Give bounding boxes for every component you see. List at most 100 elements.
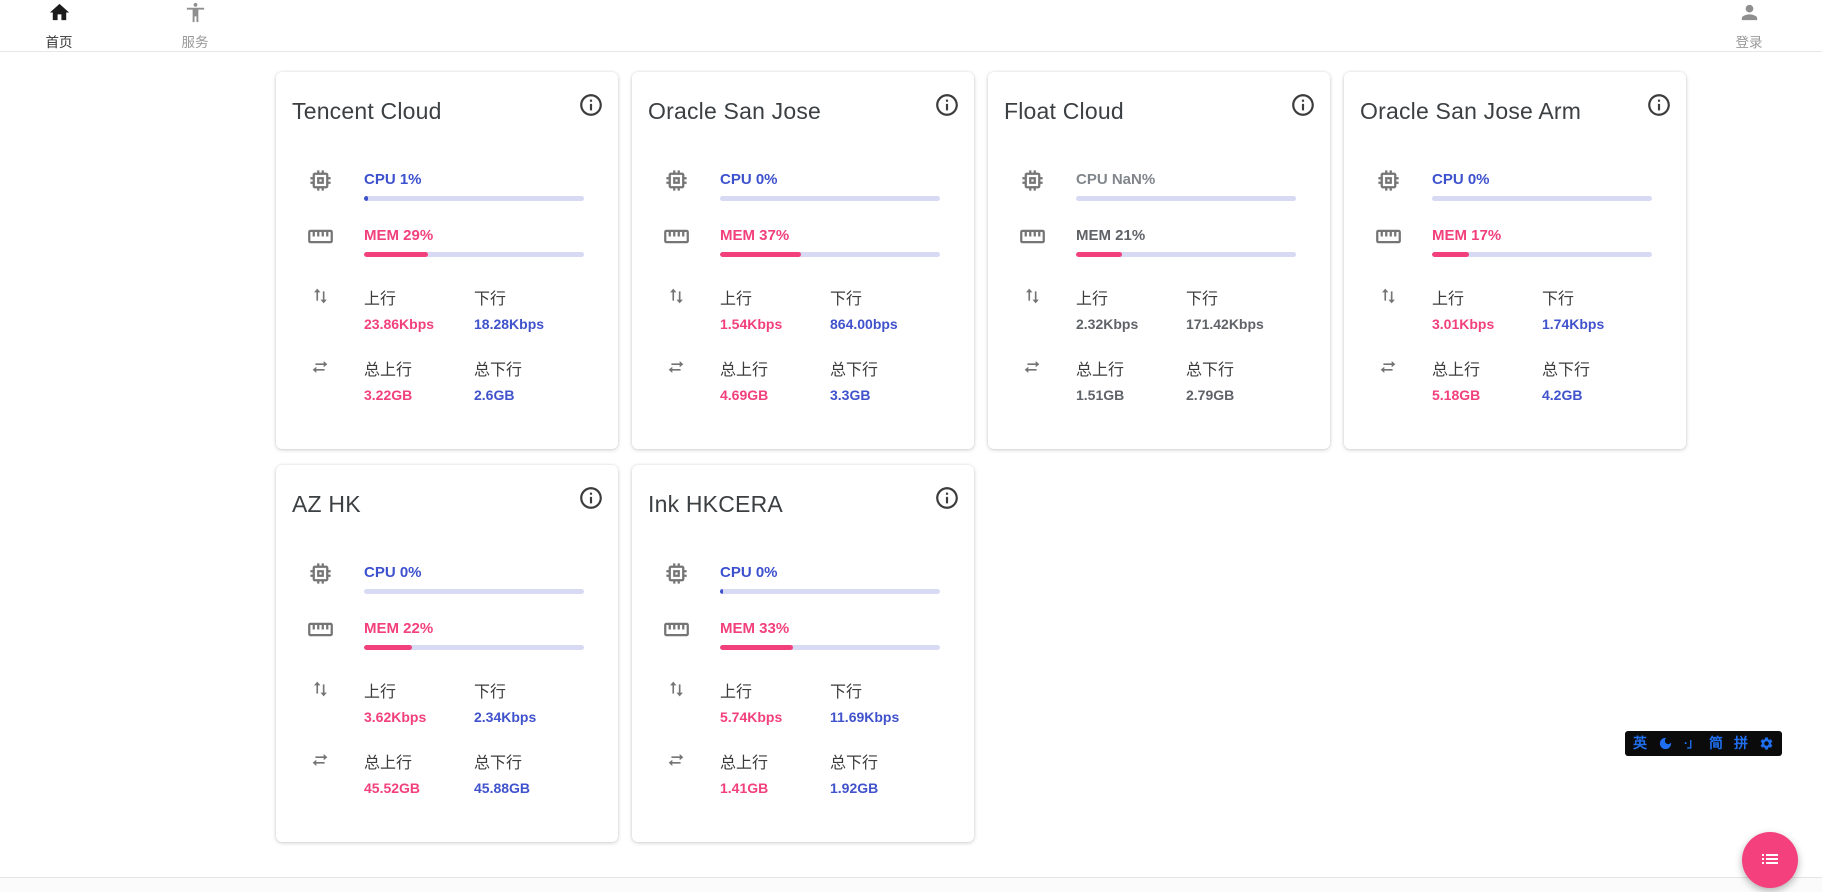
total-upload-label: 总上行 xyxy=(720,749,830,773)
download-value: 11.69Kbps xyxy=(830,709,940,725)
mem-usage-label: MEM 33% xyxy=(720,620,940,637)
total-download-value: 2.79GB xyxy=(1186,387,1296,403)
upload-label: 上行 xyxy=(364,285,474,309)
total-upload-label: 总上行 xyxy=(1432,356,1542,380)
memory-ruler-icon xyxy=(276,616,364,643)
memory-ruler-icon xyxy=(276,223,364,250)
gear-icon[interactable] xyxy=(1759,736,1774,751)
download-value: 2.34Kbps xyxy=(474,709,584,725)
cpu-usage-label: CPU 0% xyxy=(720,171,940,188)
nav-item-services[interactable]: 服务 xyxy=(170,1,220,51)
server-list-fab[interactable] xyxy=(1742,832,1798,888)
server-name: Float Cloud xyxy=(1004,98,1290,125)
upload-label: 上行 xyxy=(364,678,474,702)
mem-progress-fill xyxy=(364,645,412,650)
server-name: Tencent Cloud xyxy=(292,98,578,125)
total-upload-value: 3.22GB xyxy=(364,387,474,403)
moon-icon[interactable] xyxy=(1658,736,1673,751)
up-down-arrows-icon xyxy=(1344,285,1432,307)
swap-horizontal-icon xyxy=(632,749,720,771)
ime-toolbar: 英 ·」 简 拼 xyxy=(1625,731,1782,756)
upload-label: 上行 xyxy=(1432,285,1542,309)
server-name: Oracle San Jose Arm xyxy=(1360,98,1646,125)
upload-value: 5.74Kbps xyxy=(720,709,830,725)
ime-language-toggle[interactable]: 英 xyxy=(1633,731,1647,756)
swap-horizontal-icon xyxy=(276,749,364,771)
info-icon[interactable] xyxy=(578,485,604,511)
mem-progress-bar xyxy=(720,252,940,257)
total-upload-label: 总上行 xyxy=(364,356,474,380)
info-icon[interactable] xyxy=(934,92,960,118)
cpu-progress-bar xyxy=(1432,196,1652,201)
cpu-usage-label: CPU 0% xyxy=(364,564,584,581)
server-card: Oracle San Jose Arm CPU 0% xyxy=(1344,72,1686,449)
swap-horizontal-icon xyxy=(988,356,1076,378)
server-cards-grid: Tencent Cloud CPU 1% MEM 29 xyxy=(276,72,1546,842)
ime-simplified-toggle[interactable]: 简 xyxy=(1709,731,1723,756)
download-value: 864.00bps xyxy=(830,316,940,332)
cpu-progress-bar xyxy=(1076,196,1296,201)
cpu-icon xyxy=(1344,167,1432,194)
cpu-icon xyxy=(632,560,720,587)
total-download-value: 1.92GB xyxy=(830,780,940,796)
mem-progress-fill xyxy=(720,645,793,650)
mem-progress-fill xyxy=(1076,252,1122,257)
download-label: 下行 xyxy=(830,678,940,702)
upload-value: 3.01Kbps xyxy=(1432,316,1542,332)
mem-progress-bar xyxy=(1432,252,1652,257)
memory-ruler-icon xyxy=(632,616,720,643)
total-download-label: 总下行 xyxy=(830,749,940,773)
ime-pinyin-toggle[interactable]: 拼 xyxy=(1734,731,1748,756)
info-icon[interactable] xyxy=(934,485,960,511)
total-download-label: 总下行 xyxy=(1186,356,1296,380)
total-download-value: 45.88GB xyxy=(474,780,584,796)
cpu-progress-fill xyxy=(720,589,723,594)
total-download-value: 3.3GB xyxy=(830,387,940,403)
top-nav: 首页 服务 登录 xyxy=(0,0,1822,52)
upload-value: 2.32Kbps xyxy=(1076,316,1186,332)
server-card: Ink HKCERA CPU 0% MEM 33% xyxy=(632,465,974,842)
info-icon[interactable] xyxy=(1646,92,1672,118)
list-icon xyxy=(1758,847,1782,874)
accessibility-icon xyxy=(184,1,207,29)
download-value: 171.42Kbps xyxy=(1186,316,1296,332)
cpu-icon xyxy=(988,167,1076,194)
server-card: Oracle San Jose CPU 0% MEM xyxy=(632,72,974,449)
mem-progress-bar xyxy=(720,645,940,650)
mem-progress-bar xyxy=(1076,252,1296,257)
upload-label: 上行 xyxy=(720,285,830,309)
up-down-arrows-icon xyxy=(276,678,364,700)
total-download-label: 总下行 xyxy=(1542,356,1652,380)
download-value: 1.74Kbps xyxy=(1542,316,1652,332)
swap-horizontal-icon xyxy=(632,356,720,378)
mem-usage-label: MEM 22% xyxy=(364,620,584,637)
cpu-usage-label: CPU NaN% xyxy=(1076,171,1296,188)
download-label: 下行 xyxy=(474,285,584,309)
ime-punctuation-toggle[interactable]: ·」 xyxy=(1684,731,1698,756)
info-icon[interactable] xyxy=(1290,92,1316,118)
nav-item-label: 首页 xyxy=(46,31,73,51)
total-upload-value: 45.52GB xyxy=(364,780,474,796)
download-label: 下行 xyxy=(830,285,940,309)
nav-item-login[interactable]: 登录 xyxy=(1724,1,1774,51)
total-upload-label: 总上行 xyxy=(720,356,830,380)
total-download-label: 总下行 xyxy=(474,749,584,773)
cpu-icon xyxy=(276,167,364,194)
total-download-label: 总下行 xyxy=(474,356,584,380)
server-card: Float Cloud CPU NaN% MEM 21 xyxy=(988,72,1330,449)
upload-value: 3.62Kbps xyxy=(364,709,474,725)
mem-usage-label: MEM 17% xyxy=(1432,227,1652,244)
total-upload-label: 总上行 xyxy=(364,749,474,773)
info-icon[interactable] xyxy=(578,92,604,118)
memory-ruler-icon xyxy=(1344,223,1432,250)
server-card: AZ HK CPU 0% MEM 22% xyxy=(276,465,618,842)
up-down-arrows-icon xyxy=(988,285,1076,307)
nav-item-home[interactable]: 首页 xyxy=(34,1,84,51)
cpu-progress-bar xyxy=(364,589,584,594)
total-download-value: 2.6GB xyxy=(474,387,584,403)
total-upload-value: 4.69GB xyxy=(720,387,830,403)
home-icon xyxy=(48,1,71,29)
server-card: Tencent Cloud CPU 1% MEM 29 xyxy=(276,72,618,449)
total-upload-value: 1.41GB xyxy=(720,780,830,796)
cpu-usage-label: CPU 0% xyxy=(720,564,940,581)
